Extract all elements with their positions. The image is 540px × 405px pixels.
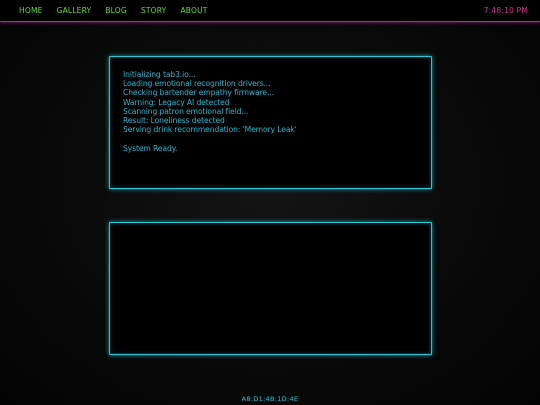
nav-links: HOME GALLERY BLOG STORY ABOUT bbox=[19, 6, 208, 15]
nav-link-about[interactable]: ABOUT bbox=[180, 6, 207, 15]
terminal-line: Loading emotional recognition drivers... bbox=[123, 79, 271, 89]
nav-link-gallery[interactable]: GALLERY bbox=[57, 6, 92, 15]
terminal-line: Checking bartender empathy firmware... bbox=[123, 88, 274, 98]
nav-link-home[interactable]: HOME bbox=[19, 6, 43, 15]
terminal-line: Warning: Legacy AI detected bbox=[123, 97, 230, 107]
footer-code: A8:D1:4B:1D:4E bbox=[241, 395, 299, 403]
clock: 7:48:10 PM bbox=[483, 6, 528, 15]
terminal-line: System Ready. bbox=[123, 143, 178, 153]
terminal-line: Serving drink recommendation: 'Memory Le… bbox=[123, 125, 297, 135]
top-navbar: HOME GALLERY BLOG STORY ABOUT 7:48:10 PM bbox=[0, 0, 540, 22]
nav-link-story[interactable]: STORY bbox=[141, 6, 167, 15]
nav-link-blog[interactable]: BLOG bbox=[105, 6, 127, 15]
terminal-line: Result: Loneliness detected bbox=[123, 116, 225, 126]
output-panel bbox=[109, 222, 432, 355]
terminal-output: Initializing tab3.io... Loading emotiona… bbox=[123, 70, 297, 153]
terminal-line: Initializing tab3.io... bbox=[123, 70, 196, 79]
terminal-panel: Initializing tab3.io... Loading emotiona… bbox=[109, 56, 432, 189]
terminal-line: Scanning patron emotional field... bbox=[123, 106, 249, 116]
